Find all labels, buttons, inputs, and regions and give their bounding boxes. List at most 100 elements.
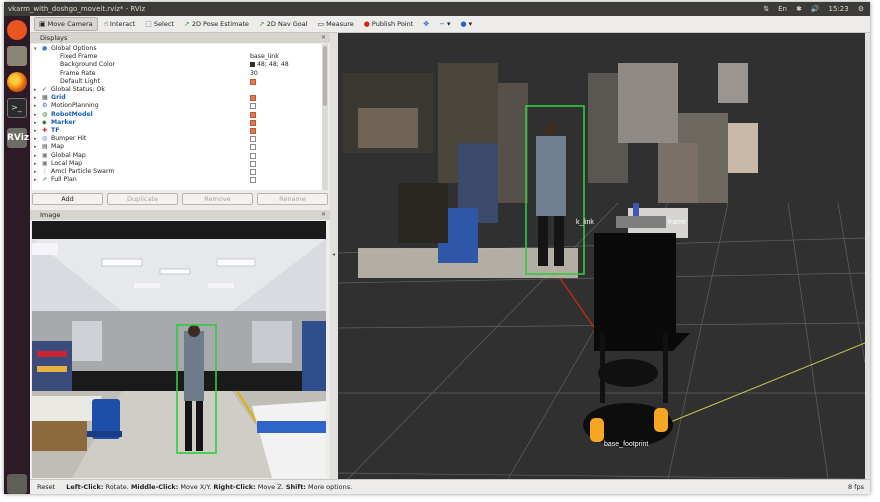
tool-move-camera[interactable]: ▣ Move Camera <box>34 17 98 31</box>
scrollbar-thumb[interactable] <box>323 46 327 106</box>
display-enable-checkbox[interactable] <box>250 177 256 184</box>
display-row-global-options[interactable]: ▾ ● Global Options <box>32 45 322 53</box>
expanded-arrow-icon[interactable]: ▾ <box>34 45 37 53</box>
collapsed-arrow-icon[interactable]: ▸ <box>34 168 37 176</box>
office-camera-image <box>32 221 326 478</box>
collapsed-arrow-icon[interactable]: ▸ <box>34 94 37 102</box>
add-display-button[interactable]: Add <box>32 193 103 205</box>
sound-icon[interactable]: 🔊 <box>811 2 820 16</box>
collapsed-arrow-icon[interactable]: ▸ <box>34 111 37 119</box>
3d-scene: k_link frame base_footprint <box>338 33 865 479</box>
remove-display-button[interactable]: Remove <box>182 193 253 205</box>
collapsed-arrow-icon[interactable]: ▸ <box>34 143 37 151</box>
chevron-down-icon: ▾ <box>447 20 451 28</box>
display-enable-checkbox[interactable] <box>250 169 256 175</box>
right-click-hint-key: Right-Click: <box>213 483 256 491</box>
display-row-map[interactable]: ▸ ▤ Map <box>32 143 322 151</box>
display-row-grid[interactable]: ▸ ▦ Grid <box>32 94 322 102</box>
display-row-marker[interactable]: ▸ ◆ Marker <box>32 119 322 127</box>
displays-scrollbar[interactable] <box>322 44 328 190</box>
display-enable-checkbox[interactable] <box>250 144 256 151</box>
rviz-window: vkarm_with_doshgo_moveit.rviz* - RViz ⇅ … <box>4 2 870 494</box>
network-icon[interactable]: ⇅ <box>763 2 769 16</box>
display-name: Fixed Frame <box>60 53 98 61</box>
tool-publish-point[interactable]: ● Publish Point <box>360 17 417 31</box>
collapsed-arrow-icon[interactable]: ▸ <box>34 86 37 94</box>
display-enable-checkbox[interactable] <box>250 95 256 102</box>
collapse-left-arrow-icon[interactable]: ◂ <box>332 251 335 258</box>
display-row-tf[interactable]: ▸ ✚ TF <box>32 127 322 135</box>
display-row-full-plan[interactable]: ▸ ➚ Full Plan <box>32 176 322 184</box>
terminal-icon[interactable]: >_ <box>7 98 27 118</box>
view-remove-control[interactable]: − ▾ <box>435 17 454 31</box>
duplicate-display-button[interactable]: Duplicate <box>107 193 178 205</box>
trash-icon[interactable] <box>7 474 27 494</box>
frame-label-base: base_footprint <box>604 441 648 448</box>
tool-select[interactable]: ⬚ Select <box>141 17 178 31</box>
camera-image-view[interactable] <box>32 221 326 478</box>
collapsed-arrow-icon[interactable]: ▸ <box>34 160 37 168</box>
display-enable-checkbox[interactable] <box>250 160 256 167</box>
firefox-icon[interactable] <box>7 72 27 92</box>
display-row-fixed-frame[interactable]: Fixed Frame base_link <box>32 53 322 61</box>
collapsed-arrow-icon[interactable]: ▸ <box>34 152 37 160</box>
close-icon[interactable]: ✕ <box>321 210 326 220</box>
display-value[interactable]: base_link <box>250 53 279 61</box>
tool-measure[interactable]: ▭ Measure <box>314 17 358 31</box>
display-row-amcl-particle-swarm[interactable]: ▸ ⋮ Amcl Particle Swarm <box>32 168 322 176</box>
display-row-global-map[interactable]: ▸ ▣ Global Map <box>32 152 322 160</box>
display-value[interactable]: 48; 48; 48 <box>250 61 289 69</box>
display-enable-checkbox[interactable] <box>250 136 256 143</box>
display-row-global-status-ok[interactable]: ▸ ✓ Global Status: Ok <box>32 86 322 94</box>
display-row-background-color[interactable]: Background Color 48; 48; 48 <box>32 61 322 69</box>
shift-hint: More options. <box>307 483 353 491</box>
middle-click-hint: Move X/Y. <box>180 483 212 491</box>
clock[interactable]: 15:23 <box>829 2 849 16</box>
collapsed-arrow-icon[interactable]: ▸ <box>34 127 37 135</box>
display-row-bumper-hit[interactable]: ▸ ◎ Bumper Hit <box>32 135 322 143</box>
right-dock-strip[interactable] <box>865 33 870 479</box>
launcher-bar: >_ RViz <box>4 16 30 494</box>
settings-gear-icon[interactable]: ⚙ <box>858 2 864 16</box>
view-move-control[interactable]: ✥ <box>419 17 433 31</box>
bluetooth-icon[interactable]: ✱ <box>796 2 802 16</box>
map-icon: ▤ <box>42 143 48 151</box>
display-row-frame-rate[interactable]: Frame Rate 30 <box>32 70 322 78</box>
panel-splitter[interactable]: ◂ <box>330 33 338 479</box>
display-row-robotmodel[interactable]: ▸ ◍ RobotModel <box>32 111 322 119</box>
display-name: Map <box>51 143 65 151</box>
display-value[interactable]: 30 <box>250 70 258 78</box>
display-row-motionplanning[interactable]: ▸ ⚙ MotionPlanning <box>32 102 322 110</box>
display-enable-checkbox[interactable] <box>250 111 256 118</box>
rviz-app-icon[interactable]: RViz <box>7 128 29 148</box>
collapsed-arrow-icon[interactable]: ▸ <box>34 102 37 110</box>
display-name: Grid <box>51 94 66 102</box>
tool-2d-nav-goal[interactable]: ➚ 2D Nav Goal <box>255 17 312 31</box>
display-row-local-map[interactable]: ▸ ▣ Local Map <box>32 160 322 168</box>
collapsed-arrow-icon[interactable]: ▸ <box>34 119 37 127</box>
collapsed-arrow-icon[interactable]: ▸ <box>34 135 37 143</box>
display-row-default-light[interactable]: Default Light <box>32 78 322 86</box>
3d-render-view[interactable]: k_link frame base_footprint <box>338 33 865 479</box>
tool-interact[interactable]: ☝ Interact <box>100 17 140 31</box>
display-enable-checkbox[interactable] <box>250 128 256 134</box>
files-icon[interactable] <box>7 46 27 66</box>
ubuntu-logo-icon[interactable] <box>7 20 27 40</box>
close-icon[interactable]: ✕ <box>321 33 326 43</box>
collapsed-arrow-icon[interactable]: ▸ <box>34 176 37 184</box>
display-enable-checkbox[interactable] <box>250 152 256 159</box>
view-options-control[interactable]: ● ▾ <box>457 17 477 31</box>
reset-button[interactable]: Reset <box>34 480 58 494</box>
tool-2d-pose-estimate[interactable]: ➚ 2D Pose Estimate <box>180 17 253 31</box>
display-enable-checkbox[interactable] <box>250 103 256 110</box>
display-name: Marker <box>51 118 76 126</box>
display-value-text: 48; 48; 48 <box>257 61 289 69</box>
hand-cursor-icon: ☝ <box>103 20 108 28</box>
keyboard-layout-indicator[interactable]: En <box>778 2 787 16</box>
display-enable-checkbox[interactable] <box>250 78 256 85</box>
rename-display-button[interactable]: Rename <box>257 193 328 205</box>
folder-icon: ▣ <box>42 159 48 167</box>
display-value-text: base_link <box>250 53 279 61</box>
display-name: RobotModel <box>51 110 93 118</box>
display-enable-checkbox[interactable] <box>250 119 256 126</box>
